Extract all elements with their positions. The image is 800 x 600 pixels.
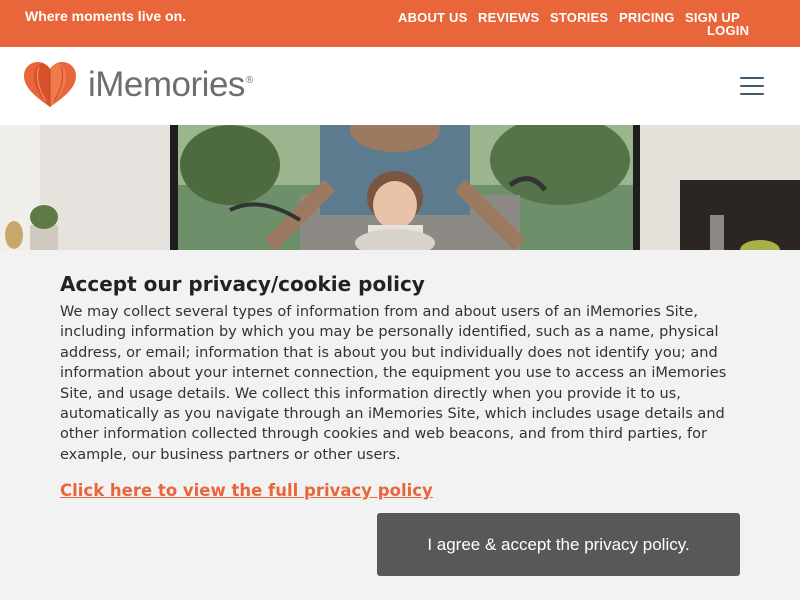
hamburger-menu-icon[interactable] [740, 75, 766, 97]
nav-pricing[interactable]: PRICING [619, 10, 675, 25]
cookie-title: Accept our privacy/cookie policy [60, 272, 425, 296]
site-header: iMemories® [0, 47, 800, 125]
hero-image [0, 125, 800, 255]
top-bar: Where moments live on. ABOUT US REVIEWS … [0, 0, 800, 47]
nav-about-us[interactable]: ABOUT US [398, 10, 468, 25]
nav-stories[interactable]: STORIES [550, 10, 608, 25]
cookie-body-text: We may collect several types of informat… [60, 304, 727, 463]
heart-logo-icon[interactable] [22, 61, 78, 109]
privacy-policy-link[interactable]: Click here to view the full privacy poli… [60, 481, 433, 500]
top-nav: ABOUT US REVIEWS STORIES PRICING SIGN UP… [398, 10, 778, 44]
tagline: Where moments live on. [25, 8, 187, 24]
cookie-consent-panel: Accept our privacy/cookie policy We may … [0, 250, 800, 600]
nav-login[interactable]: LOGIN [707, 23, 749, 38]
logo-wordmark[interactable]: iMemories® [88, 65, 253, 105]
accept-privacy-button[interactable]: I agree & accept the privacy policy. [377, 513, 740, 576]
nav-reviews[interactable]: REVIEWS [478, 10, 539, 25]
